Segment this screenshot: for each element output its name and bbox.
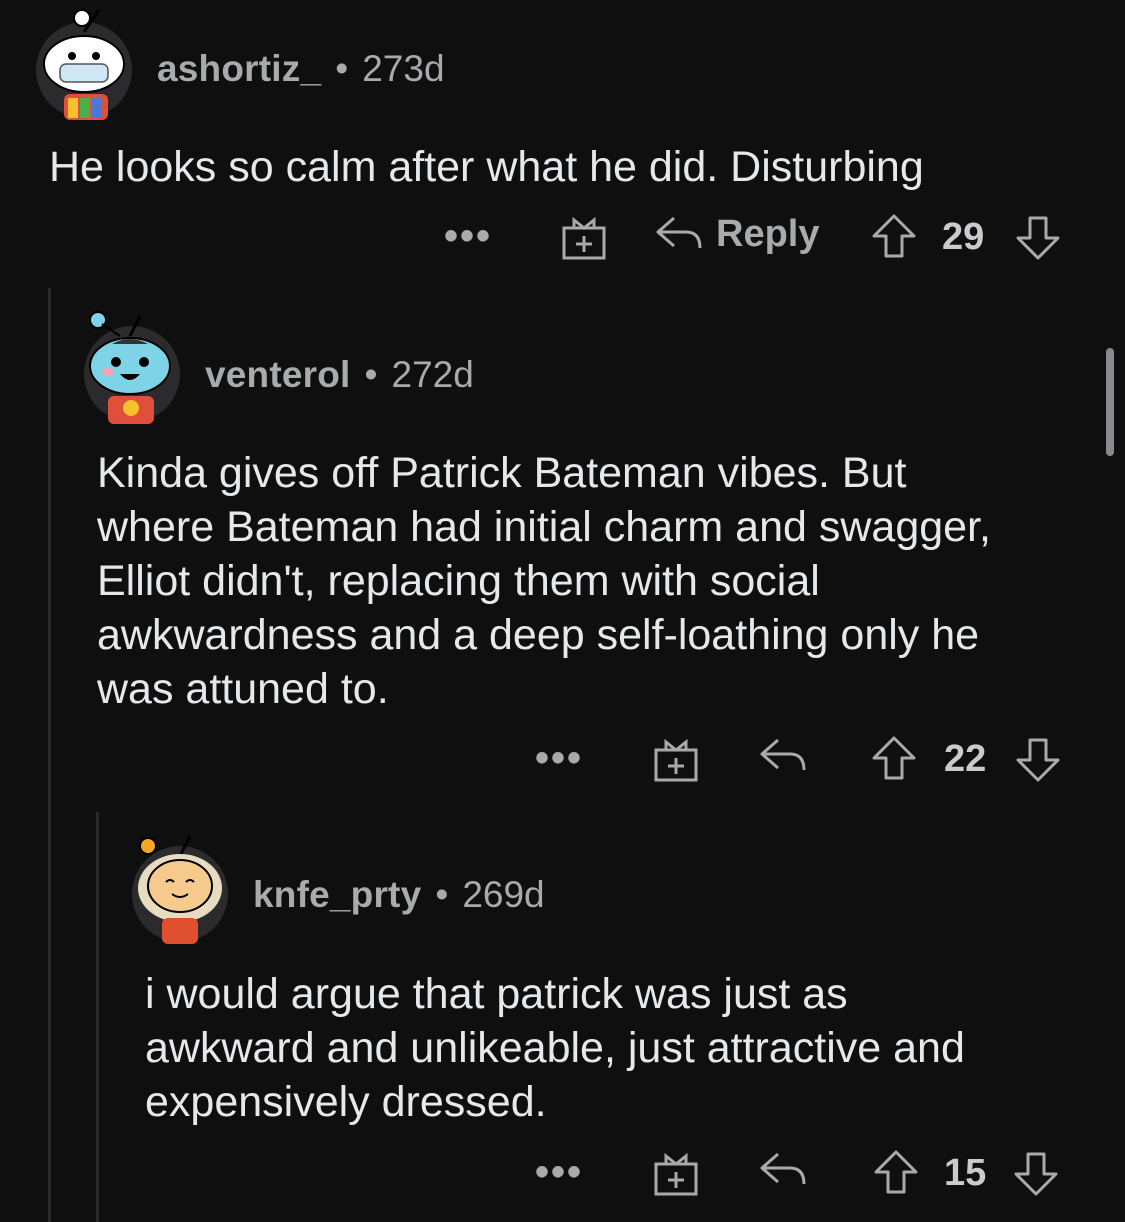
reply-button[interactable]: [758, 1148, 810, 1197]
comment-3: knfe_prty • 269d i would argue that patr…: [0, 0, 1125, 1222]
username[interactable]: knfe_prty: [253, 874, 421, 916]
comment-body: i would argue that patrick was just as a…: [145, 970, 965, 1126]
comment-actions: ••• 15: [0, 1142, 1125, 1202]
comment-age: 269d: [462, 874, 545, 915]
avatar[interactable]: [132, 835, 228, 944]
comment-header: knfe_prty • 269d: [253, 872, 545, 918]
downvote-button[interactable]: [1012, 1150, 1060, 1203]
snoo-avatar-icon: [138, 835, 222, 944]
comment-thread: ashortiz_ • 273d He looks so calm after …: [0, 0, 1125, 1222]
reply-arrow-icon: [760, 1152, 806, 1185]
award-button[interactable]: [652, 1150, 700, 1203]
gift-award-icon: [654, 1152, 698, 1196]
scrollbar[interactable]: [1106, 348, 1114, 456]
vote-score: 15: [944, 1152, 987, 1194]
more-options-button[interactable]: •••: [535, 1152, 583, 1192]
downvote-arrow-icon: [1014, 1152, 1058, 1196]
upvote-button[interactable]: [872, 1148, 920, 1201]
upvote-arrow-icon: [874, 1150, 918, 1194]
separator-dot: •: [435, 874, 449, 915]
